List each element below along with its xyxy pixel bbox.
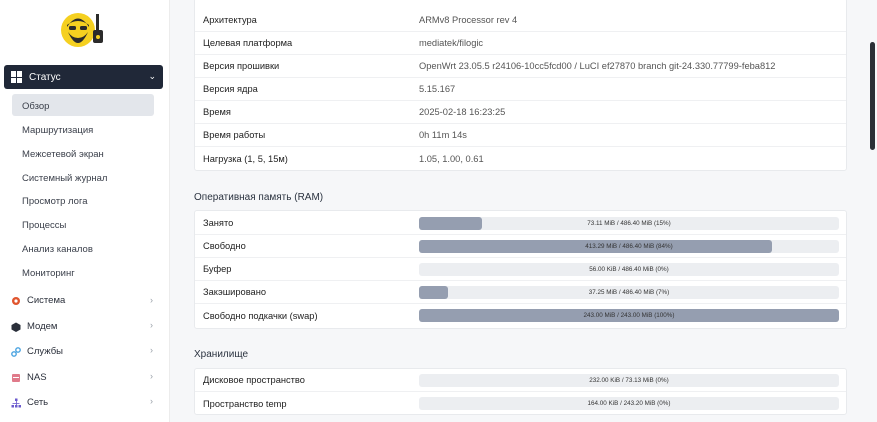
ram-section-title: Оперативная память (RAM) bbox=[194, 192, 324, 203]
cube-icon bbox=[11, 322, 21, 332]
logo bbox=[60, 8, 108, 52]
nav-modem[interactable]: Модем bbox=[11, 321, 57, 332]
row-value: OpenWrt 23.05.5 r24106-10cc5fcd00 / LuCI… bbox=[419, 61, 776, 71]
nav-system[interactable]: Система bbox=[11, 295, 65, 306]
sub-item-firewall[interactable]: Межсетевой экран bbox=[22, 149, 104, 160]
table-row: Пространство temp 164.00 KiB / 243.20 Mi… bbox=[195, 392, 846, 415]
progress-bar: 73.11 MiB / 486.40 MiB (15%) bbox=[419, 216, 839, 230]
progress-text: 164.00 KiB / 243.20 MiB (0%) bbox=[587, 400, 671, 407]
progress-bar: 164.00 KiB / 243.20 MiB (0%) bbox=[419, 397, 839, 410]
row-label: Версия ядра bbox=[203, 84, 258, 94]
gear-icon bbox=[12, 296, 20, 305]
nav-nas[interactable]: NAS bbox=[11, 372, 47, 383]
sub-item-monitoring[interactable]: Мониторинг bbox=[22, 268, 75, 279]
row-label: Версия прошивки bbox=[203, 61, 280, 71]
table-row: Версия ядра 5.15.167 bbox=[195, 78, 846, 101]
progress-text: 73.11 MiB / 486.40 MiB (15%) bbox=[587, 219, 671, 227]
chevron-down-icon: ⌄ bbox=[148, 71, 156, 81]
row-label: Архитектура bbox=[203, 15, 257, 25]
row-label: Нагрузка (1, 5, 15м) bbox=[203, 153, 288, 164]
sub-item-log-view[interactable]: Просмотр лога bbox=[22, 196, 88, 207]
row-label: Время работы bbox=[203, 130, 266, 140]
table-row: Архитектура ARMv8 Processor rev 4 bbox=[195, 9, 846, 32]
sub-item-overview[interactable]: Обзор bbox=[22, 101, 49, 112]
table-row: Время работы 0h 11m 14s bbox=[195, 124, 846, 147]
nav-network-label: Сеть bbox=[27, 397, 49, 408]
system-info-table: Архитектура ARMv8 Processor rev 4 Целева… bbox=[194, 0, 847, 171]
progress-text: 232.00 KiB / 73.13 MiB (0%) bbox=[589, 376, 669, 384]
row-label: Свободно bbox=[203, 241, 246, 251]
chevron-right-icon: › bbox=[150, 320, 153, 330]
sub-item-routing[interactable]: Маршрутизация bbox=[22, 125, 93, 136]
table-row: Закэшировано 37.25 MiB / 486.40 MiB (7%) bbox=[195, 281, 846, 304]
progress-bar: 243.00 MiB / 243.00 MiB (100%) bbox=[419, 309, 839, 322]
nav-nas-label: NAS bbox=[27, 372, 47, 383]
row-value: 1.05, 1.00, 0.61 bbox=[419, 153, 484, 164]
dashboard-icon bbox=[11, 71, 23, 83]
nav-status[interactable]: Статус ⌄ bbox=[4, 65, 163, 89]
storage-icon bbox=[12, 373, 20, 382]
nav-status-label: Статус bbox=[29, 71, 61, 83]
progress-bar: 232.00 KiB / 73.13 MiB (0%) bbox=[419, 373, 839, 387]
table-row: Целевая платформа mediatek/filogic bbox=[195, 32, 846, 55]
row-label: Свободно подкачки (swap) bbox=[203, 310, 318, 321]
table-row: Дисковое пространство 232.00 KiB / 73.13… bbox=[195, 369, 846, 392]
row-value: 5.15.167 bbox=[419, 84, 456, 94]
table-row: Время 2025-02-18 16:23:25 bbox=[195, 101, 846, 124]
progress-text: 243.00 MiB / 243.00 MiB (100%) bbox=[583, 312, 675, 319]
sub-item-processes[interactable]: Процессы bbox=[22, 220, 66, 231]
nav-services[interactable]: Службы bbox=[11, 346, 63, 357]
chevron-right-icon: › bbox=[150, 345, 153, 355]
table-row: Занято 73.11 MiB / 486.40 MiB (15%) bbox=[195, 212, 846, 235]
progress-text: 56.00 KiB / 486.40 MiB (0%) bbox=[589, 265, 669, 273]
row-label: Дисковое пространство bbox=[203, 375, 305, 385]
table-row: Свободно 413.29 MiB / 486.40 MiB (84%) bbox=[195, 235, 846, 258]
link-icon bbox=[11, 346, 21, 357]
row-label: Пространство temp bbox=[203, 398, 287, 409]
row-value: mediatek/filogic bbox=[419, 38, 484, 48]
row-label: Занято bbox=[203, 218, 234, 228]
nav-system-label: Система bbox=[27, 295, 66, 306]
progress-text: 37.25 MiB / 486.40 MiB (7%) bbox=[588, 288, 670, 296]
row-label: Время bbox=[203, 107, 231, 117]
sub-item-syslog[interactable]: Системный журнал bbox=[22, 173, 107, 184]
chevron-right-icon: › bbox=[150, 396, 153, 406]
row-value: 2025-02-18 16:23:25 bbox=[419, 107, 506, 117]
scrollbar-thumb[interactable] bbox=[870, 42, 875, 150]
row-value: 0h 11m 14s bbox=[419, 130, 467, 140]
sub-item-channel-analysis[interactable]: Анализ каналов bbox=[22, 244, 93, 255]
row-label: Буфер bbox=[203, 264, 232, 274]
table-row: Свободно подкачки (swap) 243.00 MiB / 24… bbox=[195, 304, 846, 327]
storage-table: Дисковое пространство 232.00 KiB / 73.13… bbox=[194, 368, 847, 415]
sidebar: Статус ⌄ Обзор Маршрутизация Межсетевой … bbox=[0, 0, 170, 422]
nav-modem-label: Модем bbox=[27, 321, 58, 332]
logo-icon bbox=[61, 13, 103, 47]
progress-text: 413.29 MiB / 486.40 MiB (84%) bbox=[585, 242, 673, 250]
table-row: Версия прошивки OpenWrt 23.05.5 r24106-1… bbox=[195, 55, 846, 78]
storage-section-title: Хранилище bbox=[194, 349, 248, 360]
progress-bar: 413.29 MiB / 486.40 MiB (84%) bbox=[419, 239, 839, 253]
table-row: Буфер 56.00 KiB / 486.40 MiB (0%) bbox=[195, 258, 846, 281]
chevron-right-icon: › bbox=[150, 371, 153, 381]
nav-services-label: Службы bbox=[27, 346, 63, 357]
network-icon bbox=[11, 398, 21, 407]
nav-network[interactable]: Сеть bbox=[11, 397, 48, 408]
progress-bar: 37.25 MiB / 486.40 MiB (7%) bbox=[419, 285, 839, 299]
row-label: Закэшировано bbox=[203, 287, 267, 297]
chevron-right-icon: › bbox=[150, 295, 153, 305]
row-label: Целевая платформа bbox=[203, 38, 293, 48]
progress-bar: 56.00 KiB / 486.40 MiB (0%) bbox=[419, 262, 839, 276]
table-row: Нагрузка (1, 5, 15м) 1.05, 1.00, 0.61 bbox=[195, 147, 846, 170]
row-value: ARMv8 Processor rev 4 bbox=[419, 15, 518, 25]
ram-table: Занято 73.11 MiB / 486.40 MiB (15%) Своб… bbox=[194, 210, 847, 329]
